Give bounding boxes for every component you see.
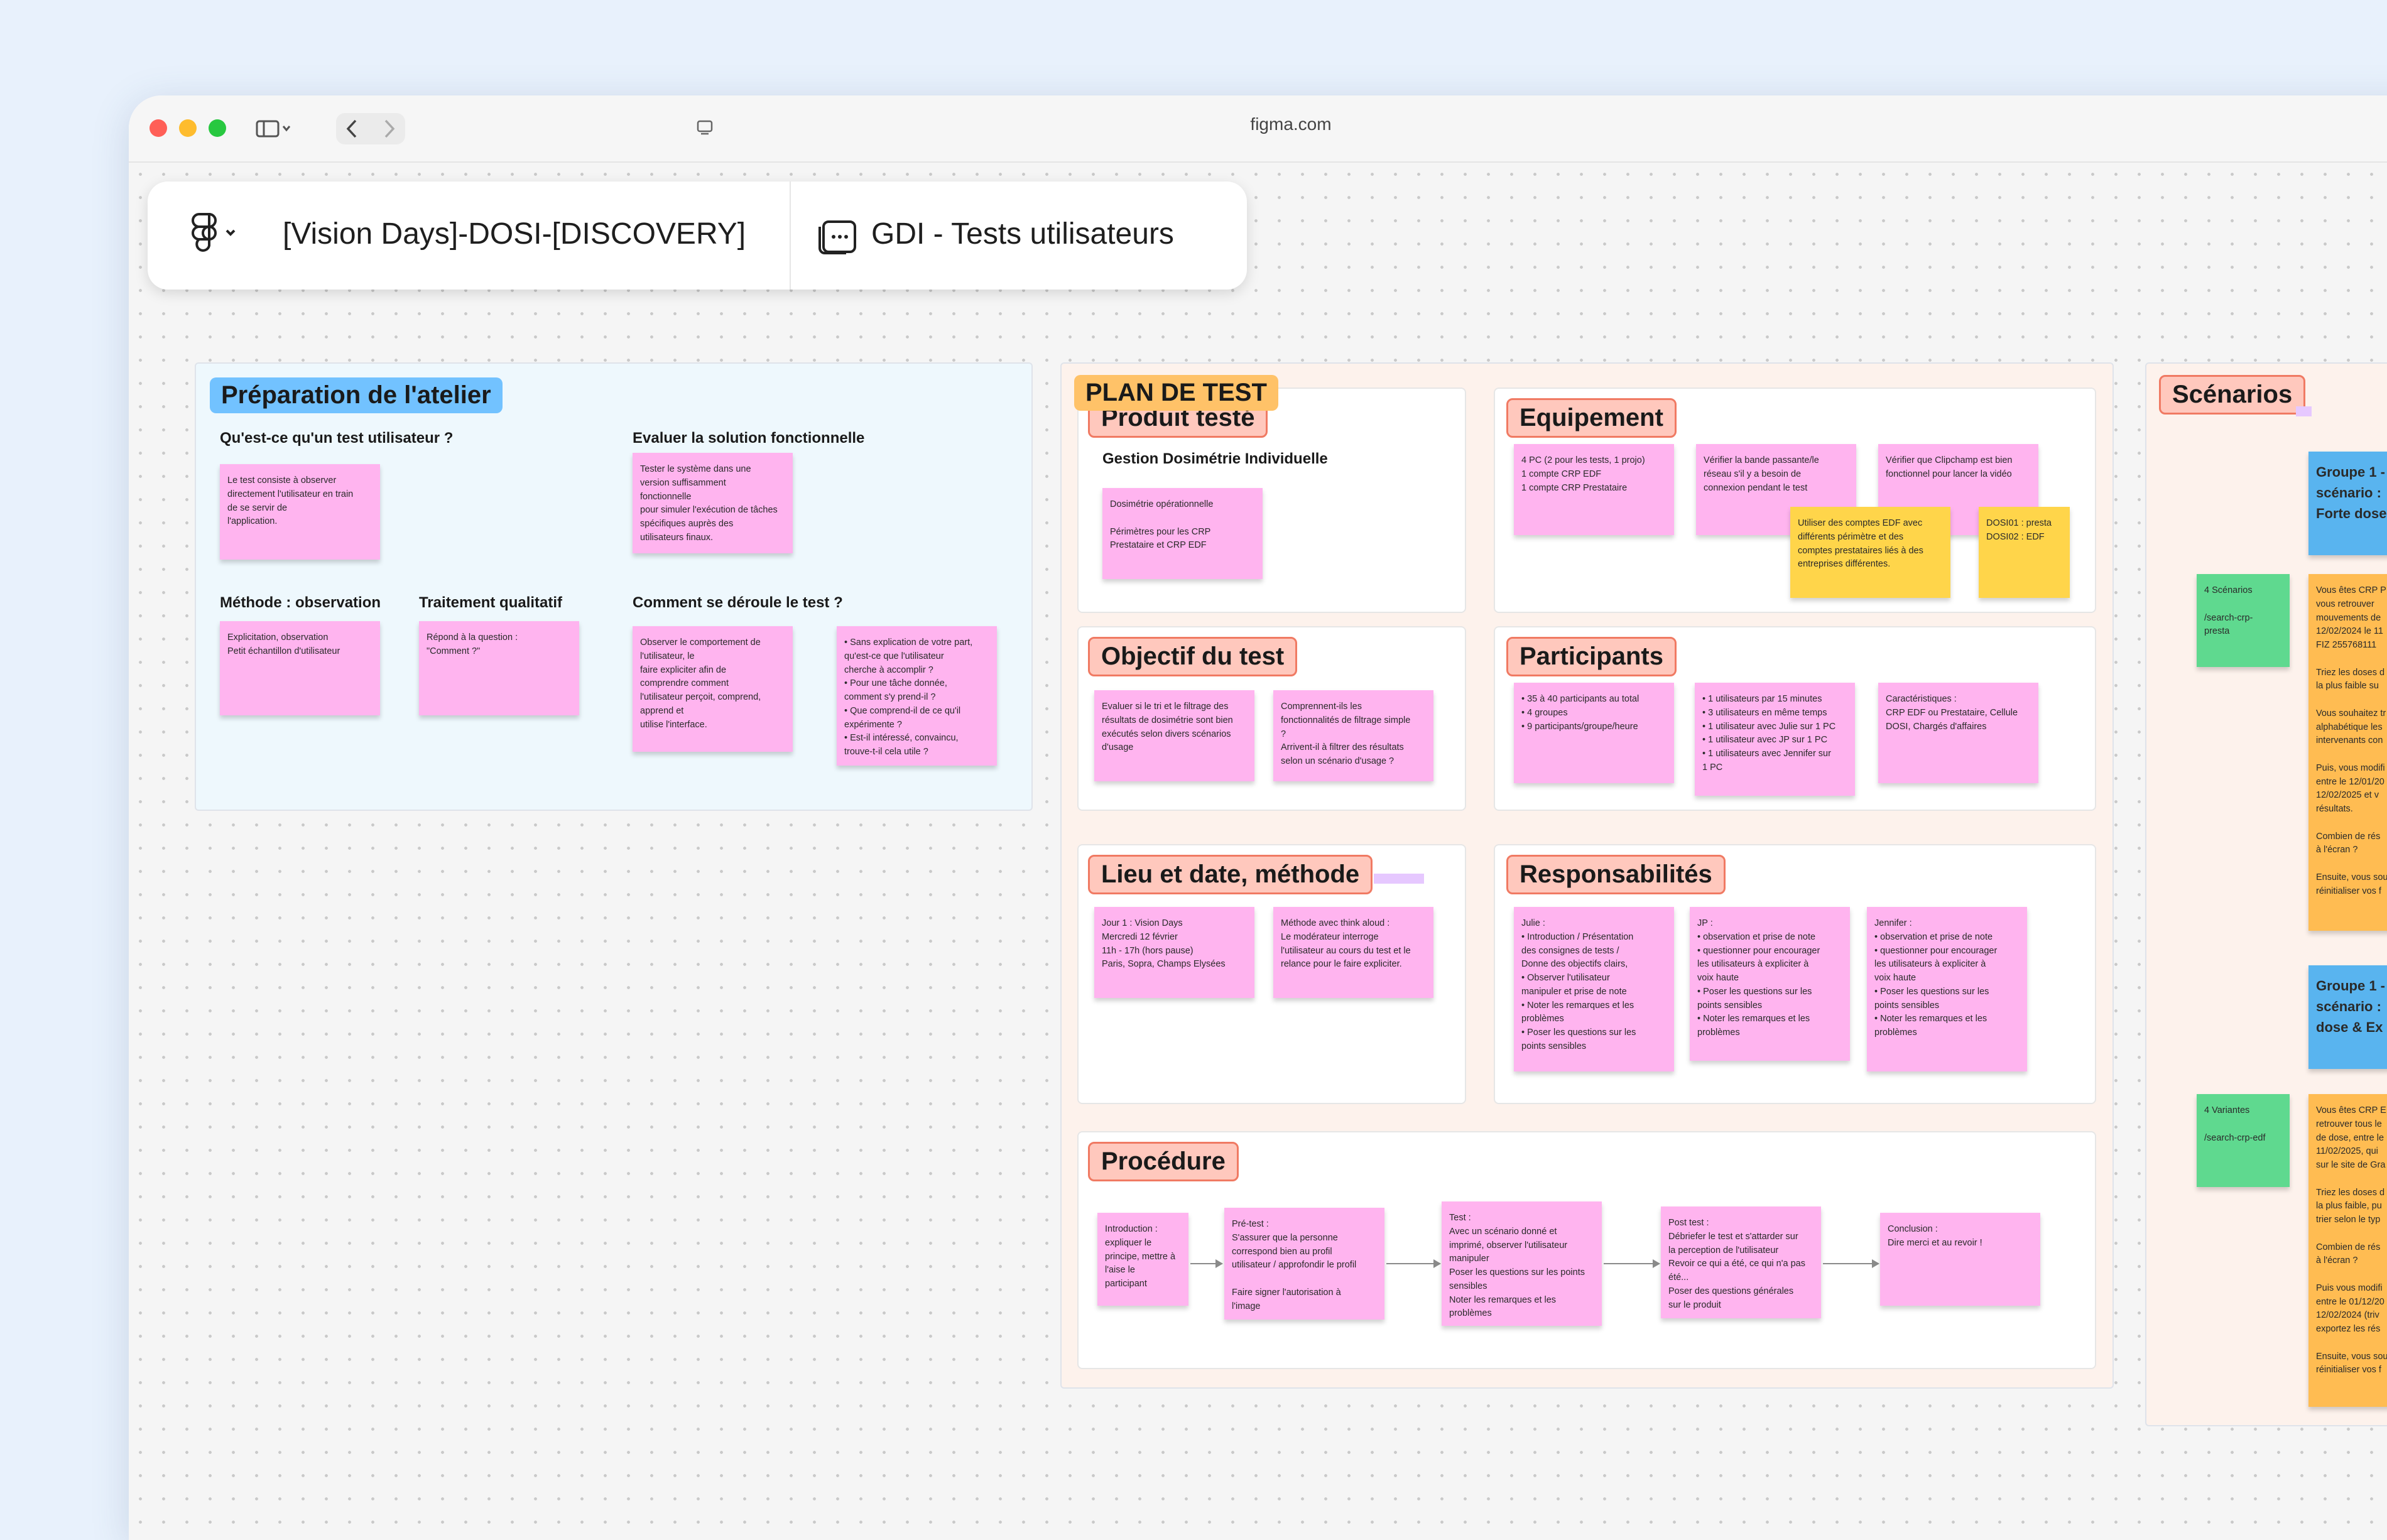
figma-canvas[interactable]: [Vision Days]-DOSI-[DISCOVERY] GDI - Tes…	[129, 163, 2387, 1540]
section-plan-de-test[interactable]: Produit testé Gestion Dosimétrie Individ…	[1060, 362, 2114, 1389]
label: Qu'est-ce qu'un test utilisateur ?	[220, 430, 454, 447]
card-equipement[interactable]: Equipement 4 PC (2 pour les tests, 1 pro…	[1494, 388, 2096, 613]
sticky-note[interactable]: Observer le comportement de l'utilisateu…	[633, 626, 793, 752]
card-responsabilites[interactable]: Responsabilités Julie : • Introduction /…	[1494, 844, 2096, 1104]
section-title: PLAN DE TEST	[1074, 375, 1278, 411]
sticky-note[interactable]: Pré-test : S'assurer que la personne cor…	[1224, 1208, 1384, 1320]
sticky-note[interactable]: 4 Variantes /search-crp-edf	[2197, 1094, 2290, 1187]
address-bar[interactable]: figma.com	[129, 114, 2387, 134]
sticky-note[interactable]: Post test : Débriefer le test et s'attar…	[1661, 1207, 1821, 1318]
file-icon	[815, 214, 860, 263]
sticky-note[interactable]: Test : Avec un scénario donné et imprimé…	[1442, 1201, 1602, 1326]
label: Evaluer la solution fonctionnelle	[633, 430, 865, 447]
section-preparation[interactable]: Préparation de l'atelier Qu'est-ce qu'un…	[195, 362, 1033, 811]
browser-window: figma.com [Vision Days]-DOSI-[DISCOVERY]	[129, 95, 2387, 1540]
sticky-note[interactable]: 4 Scénarios /search-crp- presta	[2197, 574, 2290, 667]
card-title: Lieu et date, méthode	[1088, 855, 1373, 894]
chevron-down-icon	[226, 229, 236, 236]
sticky-note[interactable]: Comprennent-ils les fonctionnalités de f…	[1273, 690, 1433, 781]
sticky-note[interactable]: Utiliser des comptes EDF avec différents…	[1790, 507, 1950, 598]
figma-menu-button[interactable]	[185, 210, 242, 258]
sticky-note[interactable]: 4 PC (2 pour les tests, 1 projo) 1 compt…	[1514, 444, 1674, 535]
sticky-note[interactable]: Jennifer : • observation et prise de not…	[1867, 907, 2027, 1071]
sticky-note[interactable]: Caractéristiques : CRP EDF ou Prestatair…	[1878, 683, 2038, 783]
highlight	[2296, 406, 2312, 416]
label: Comment se déroule le test ?	[633, 594, 843, 611]
project-name[interactable]: [Vision Days]-DOSI-[DISCOVERY]	[283, 217, 746, 251]
sticky-note[interactable]: Groupe 1 - scénario : Forte dose	[2308, 452, 2387, 555]
file-name[interactable]: GDI - Tests utilisateurs	[871, 217, 1174, 251]
card-title: Participants	[1506, 637, 1677, 676]
sticky-note[interactable]: • Sans explication de votre part, qu'est…	[837, 626, 997, 766]
highlight	[1374, 874, 1424, 884]
card-title: Equipement	[1506, 398, 1677, 438]
sticky-note[interactable]: • 1 utilisateurs par 15 minutes • 3 util…	[1695, 683, 1855, 796]
card-subtitle: Gestion Dosimétrie Individuelle	[1102, 450, 1328, 467]
sticky-note[interactable]: Explicitation, observation Petit échanti…	[220, 621, 380, 715]
browser-titlebar: figma.com	[129, 95, 2387, 163]
sticky-note[interactable]: Vous êtes CRP E retrouver tous le de dos…	[2308, 1094, 2387, 1407]
figma-file-bar: [Vision Days]-DOSI-[DISCOVERY] GDI - Tes…	[148, 182, 1247, 290]
section-title: Scénarios	[2159, 375, 2306, 415]
sticky-note[interactable]: Méthode avec think aloud : Le modérateur…	[1273, 907, 1433, 998]
section-scenarios[interactable]: Scénarios Groupe 1 - scénario : Forte do…	[2145, 362, 2387, 1426]
sticky-note[interactable]: Conclusion : Dire merci et au revoir !	[1880, 1213, 2040, 1306]
card-participants[interactable]: Participants • 35 à 40 participants au t…	[1494, 626, 2096, 811]
arrow-connector	[1823, 1259, 1879, 1268]
arrow-connector	[1190, 1259, 1223, 1268]
label: Traitement qualitatif	[419, 594, 563, 611]
card-title: Procédure	[1088, 1142, 1239, 1181]
card-lieu[interactable]: Lieu et date, méthode Jour 1 : Vision Da…	[1077, 844, 1466, 1104]
card-produit[interactable]: Produit testé Gestion Dosimétrie Individ…	[1077, 388, 1466, 613]
sticky-note[interactable]: • 35 à 40 participants au total • 4 grou…	[1514, 683, 1674, 783]
figma-logo-icon	[192, 212, 236, 252]
sticky-note[interactable]: Répond à la question : "Comment ?"	[419, 621, 579, 715]
card-title: Objectif du test	[1088, 637, 1298, 676]
section-title: Préparation de l'atelier	[210, 377, 503, 413]
sticky-note[interactable]: Introduction : expliquer le principe, me…	[1097, 1213, 1188, 1306]
card-objectif[interactable]: Objectif du test Evaluer si le tri et le…	[1077, 626, 1466, 811]
sticky-note[interactable]: Groupe 1 - scénario : dose & Ex	[2308, 965, 2387, 1069]
filebar-divider	[790, 182, 791, 290]
arrow-connector	[1386, 1259, 1441, 1268]
label: Méthode : observation	[220, 594, 381, 611]
sticky-note[interactable]: DOSI01 : presta DOSI02 : EDF	[1979, 507, 2070, 598]
sticky-note[interactable]: Evaluer si le tri et le filtrage des rés…	[1094, 690, 1254, 781]
sticky-note[interactable]: Le test consiste à observer directement …	[220, 464, 380, 560]
arrow-connector	[1604, 1259, 1660, 1268]
sticky-note[interactable]: Jour 1 : Vision Days Mercredi 12 février…	[1094, 907, 1254, 998]
card-procedure[interactable]: Procédure Introduction : expliquer le pr…	[1077, 1131, 2096, 1369]
sticky-note[interactable]: JP : • observation et prise de note • qu…	[1690, 907, 1850, 1061]
sticky-note[interactable]: Julie : • Introduction / Présentation de…	[1514, 907, 1674, 1071]
sticky-note[interactable]: Tester le système dans une version suffi…	[633, 453, 793, 553]
card-title: Responsabilités	[1506, 855, 1726, 894]
sticky-note[interactable]: Vous êtes CRP P vous retrouver mouvement…	[2308, 574, 2387, 931]
sticky-note[interactable]: Dosimétrie opérationnelle Périmètres pou…	[1102, 488, 1263, 579]
